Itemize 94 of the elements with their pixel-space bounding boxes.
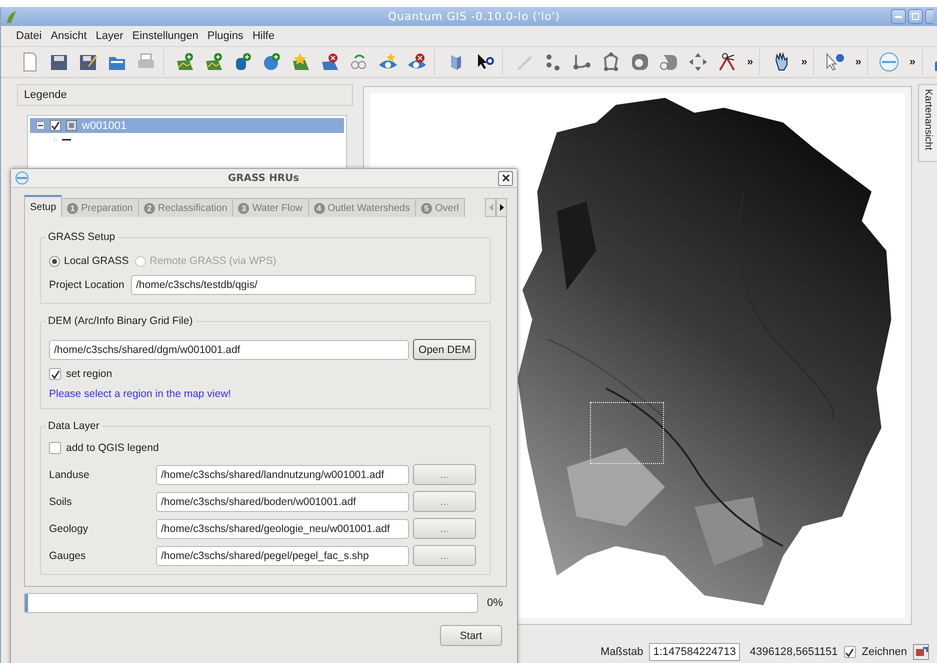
layer-name: w001001 — [82, 120, 127, 132]
checkbox-label: set region — [66, 368, 112, 380]
collapse-icon[interactable] — [36, 121, 45, 130]
save-as-icon — [78, 52, 98, 72]
render-label: Zeichnen — [862, 646, 907, 658]
checkbox-label: add to QGIS legend — [66, 442, 159, 454]
close-icon — [502, 174, 510, 182]
ring-icon — [630, 52, 650, 72]
field-label: Landuse — [49, 468, 90, 480]
layer-checkbox[interactable] — [50, 120, 61, 131]
right-arrow-icon — [500, 204, 504, 211]
overflow-button[interactable]: » — [747, 56, 754, 68]
globe-icon — [879, 52, 900, 72]
identify-icon — [825, 52, 846, 72]
left-arrow-icon — [488, 204, 492, 211]
leaf-icon — [5, 10, 17, 24]
database-plus-icon — [233, 52, 253, 72]
step-number: 3 — [238, 202, 250, 214]
step-number: 5 — [420, 202, 432, 214]
group-title: DEM (Arc/Info Binary Grid File) — [47, 315, 194, 327]
hint-text: Please select a region in the map view! — [49, 388, 232, 400]
menu-item[interactable]: Layer — [96, 30, 124, 42]
minimize-button[interactable] — [891, 9, 906, 24]
field-label: Gauges — [49, 550, 87, 562]
tab-label: Overl — [434, 202, 459, 214]
field-label: Soils — [49, 496, 73, 508]
polygon-nodes-icon — [601, 52, 621, 72]
input-field[interactable]: /home/c3schs/shared/boden/w001001.adf — [156, 492, 409, 512]
close-button[interactable] — [498, 170, 513, 186]
tab-label: Water Flow — [252, 202, 303, 214]
start-button[interactable]: Start — [440, 625, 502, 646]
menu-item[interactable]: Ansicht — [50, 30, 87, 42]
input-field[interactable]: /home/c3schs/shared/pegel/pegel_fac_s.shp — [156, 546, 409, 566]
coordinates: 4396128,5651151 — [750, 646, 838, 658]
input-field[interactable]: /home/c3schs/shared/dgm/w001001.adf — [49, 340, 409, 360]
check-icon — [845, 648, 854, 656]
render-checkbox[interactable] — [844, 646, 856, 658]
menu-item[interactable]: Einstellungen — [132, 30, 198, 42]
overflow-button[interactable]: » — [801, 56, 808, 68]
radio-label: Remote GRASS (via WPS) — [150, 255, 276, 267]
check-icon — [51, 121, 60, 130]
overflow-button[interactable]: » — [855, 56, 862, 68]
globe-icon — [15, 171, 29, 185]
raster-icon — [66, 120, 77, 131]
step-number: 2 — [144, 202, 155, 214]
open-dem-button[interactable]: Open DEM — [413, 339, 476, 360]
tab-label: Reclassification — [158, 202, 228, 214]
map-plus-icon — [175, 52, 195, 72]
tab[interactable]: Setup — [24, 195, 62, 217]
radio-button[interactable] — [49, 256, 60, 266]
stop-render-icon[interactable] — [913, 644, 929, 660]
input-field[interactable]: /home/c3schs/testdb/qgis/ — [131, 275, 476, 295]
checkbox[interactable] — [49, 442, 61, 454]
tab-label: Outlet Watersheds — [328, 202, 410, 214]
scale-field[interactable]: 1:147584224713 — [649, 643, 740, 661]
input-field[interactable]: /home/c3schs/shared/landnutzung/w001001.adf — [156, 464, 409, 484]
window-title: Quantum GIS -0.10.0-lo ('lo') — [386, 10, 562, 23]
side-tab[interactable]: Kartenansicht — [918, 84, 937, 162]
scroll-right-button[interactable] — [496, 198, 507, 217]
step-number: 1 — [67, 202, 78, 214]
map-plus-icon — [204, 52, 224, 72]
menu-item[interactable]: Plugins — [207, 30, 244, 42]
input-field[interactable]: /home/c3schs/shared/geologie_neu/w001001.adf — [156, 518, 409, 538]
save-icon — [49, 52, 69, 72]
menu-item[interactable]: Datei — [16, 30, 42, 42]
maximize-icon — [912, 13, 919, 20]
panel-title: Legende — [17, 84, 353, 106]
maximize-button[interactable] — [908, 9, 923, 24]
check-icon — [50, 370, 60, 378]
radio-label: Local GRASS — [64, 255, 129, 267]
line-nodes-icon — [572, 52, 592, 72]
move-arrows-icon — [688, 52, 708, 72]
whats-this-icon — [475, 52, 495, 72]
checkbox[interactable] — [49, 368, 61, 380]
progress-reading: 0% — [487, 597, 503, 609]
globe-plus-icon — [262, 52, 282, 72]
map-star-icon — [291, 52, 311, 72]
menu-item[interactable]: Hilfe — [252, 30, 274, 42]
group-title: Data Layer — [47, 420, 100, 432]
overflow-button[interactable]: » — [909, 56, 916, 68]
field-label: Project Location — [49, 279, 123, 291]
minimize-icon — [895, 16, 902, 18]
cycle-arrows-icon — [349, 52, 369, 72]
tab-label: Setup — [30, 202, 56, 212]
group-title: GRASS Setup — [47, 231, 116, 243]
tab-label: Preparation — [81, 202, 133, 214]
scale-label: Maßstab — [600, 646, 644, 658]
dialog-title: GRASS HRUs — [226, 172, 300, 184]
ring-add-icon — [659, 52, 679, 72]
legend-symbol-icon — [54, 136, 72, 142]
map-remove-icon — [320, 52, 340, 72]
step-number: 4 — [314, 202, 325, 214]
field-label: Geology — [49, 522, 90, 534]
scissors-icon — [717, 52, 737, 72]
